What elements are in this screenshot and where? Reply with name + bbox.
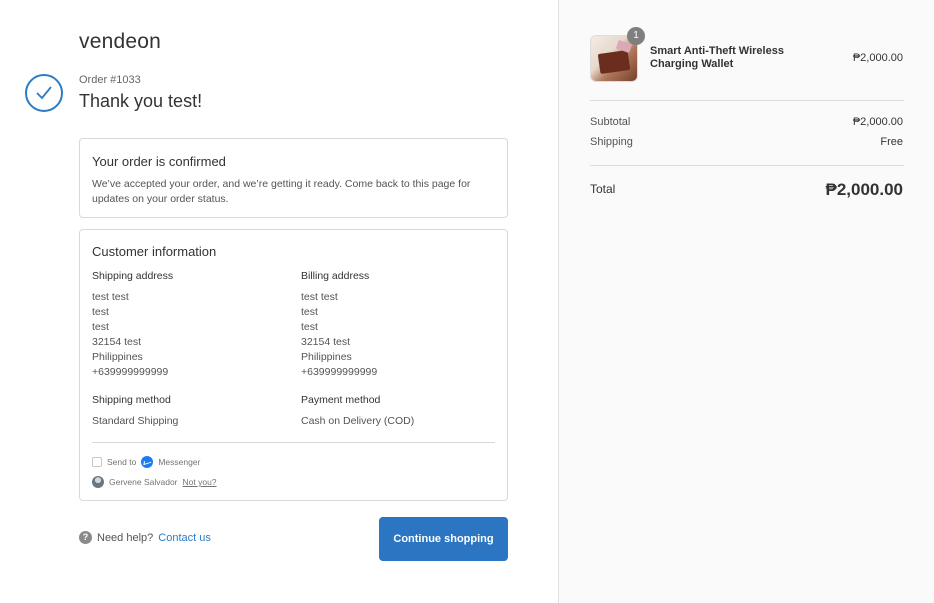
store-logo[interactable]: vendeon <box>79 30 161 54</box>
send-to-messenger: Send to Messenger <box>92 456 200 468</box>
payment-method: Payment method Cash on Delivery (COD) <box>301 394 501 429</box>
customer-information-title: Customer information <box>92 244 217 259</box>
shipping-method: Shipping method Standard Shipping <box>92 394 292 429</box>
total-value: ₱2,000.00 <box>825 180 903 199</box>
send-to-messenger-checkbox[interactable] <box>92 457 102 467</box>
contact-us-link[interactable]: Contact us <box>158 532 211 544</box>
subtotal-label: Subtotal <box>590 116 631 128</box>
quantity-badge: 1 <box>627 27 645 45</box>
main-content: vendeon Order #1033 Thank you test! Your… <box>0 0 558 603</box>
shipping-address-line: Philippines <box>92 351 143 363</box>
subtotal-value: ₱2,000.00 <box>852 116 903 128</box>
divider <box>590 100 904 101</box>
thank-you-heading: Thank you test! <box>79 91 203 111</box>
order-number: Order #1033 <box>79 74 141 86</box>
billing-address-line: +639999999999 <box>301 366 378 378</box>
messenger-icon <box>141 456 154 468</box>
shipping-value: Free <box>880 136 903 148</box>
billing-address-line: 32154 test <box>301 336 351 348</box>
payment-method-value: Cash on Delivery (COD) <box>301 415 415 427</box>
billing-address-line: test <box>301 321 318 333</box>
order-summary-sidebar <box>558 0 934 603</box>
product-price: ₱2,000.00 <box>852 52 903 64</box>
order-confirmed-title: Your order is confirmed <box>92 154 226 169</box>
shipping-address: Shipping address test test test test 321… <box>92 270 292 380</box>
payment-method-heading: Payment method <box>301 394 381 406</box>
billing-address-line: Philippines <box>301 351 352 363</box>
continue-shopping-button[interactable]: Continue shopping <box>379 517 508 561</box>
shipping-address-line: test <box>92 321 109 333</box>
product-name: Smart Anti-Theft Wireless Charging Walle… <box>650 45 784 70</box>
billing-address-line: test <box>301 306 318 318</box>
shipping-method-heading: Shipping method <box>92 394 171 406</box>
shipping-method-value: Standard Shipping <box>92 415 179 427</box>
shipping-address-line: +639999999999 <box>92 366 169 378</box>
check-circle-icon <box>25 74 63 112</box>
shipping-address-heading: Shipping address <box>92 270 174 282</box>
customer-information-box: Customer information Shipping address te… <box>79 229 508 501</box>
divider <box>92 442 495 443</box>
billing-address-heading: Billing address <box>301 270 370 282</box>
billing-address-line: test test <box>301 291 338 303</box>
shipping-address-line: test test <box>92 291 129 303</box>
total-label: Total <box>590 182 616 196</box>
messenger-user-name: Gervene Salvador <box>109 477 178 487</box>
shipping-address-line: 32154 test <box>92 336 142 348</box>
order-confirmed-box: Your order is confirmed We’ve accepted y… <box>79 138 508 218</box>
avatar <box>92 476 104 488</box>
help-row: ? Need help? Contact us <box>79 531 211 544</box>
divider <box>590 165 904 166</box>
messenger-user: Gervene Salvador Not you? <box>92 476 217 488</box>
wallet-image <box>597 50 631 74</box>
shipping-address-line: test <box>92 306 109 318</box>
messenger-label: Messenger <box>158 457 201 467</box>
help-text: Need help? <box>97 531 154 544</box>
question-icon: ? <box>79 531 92 544</box>
shipping-label: Shipping <box>590 136 633 148</box>
order-confirmed-text: We’ve accepted your order, and we’re get… <box>92 178 471 205</box>
billing-address: Billing address test test test test 3215… <box>301 270 501 380</box>
not-you-link[interactable]: Not you? <box>183 477 217 487</box>
checkmark-icon <box>36 86 52 100</box>
send-to-label: Send to <box>107 457 137 467</box>
